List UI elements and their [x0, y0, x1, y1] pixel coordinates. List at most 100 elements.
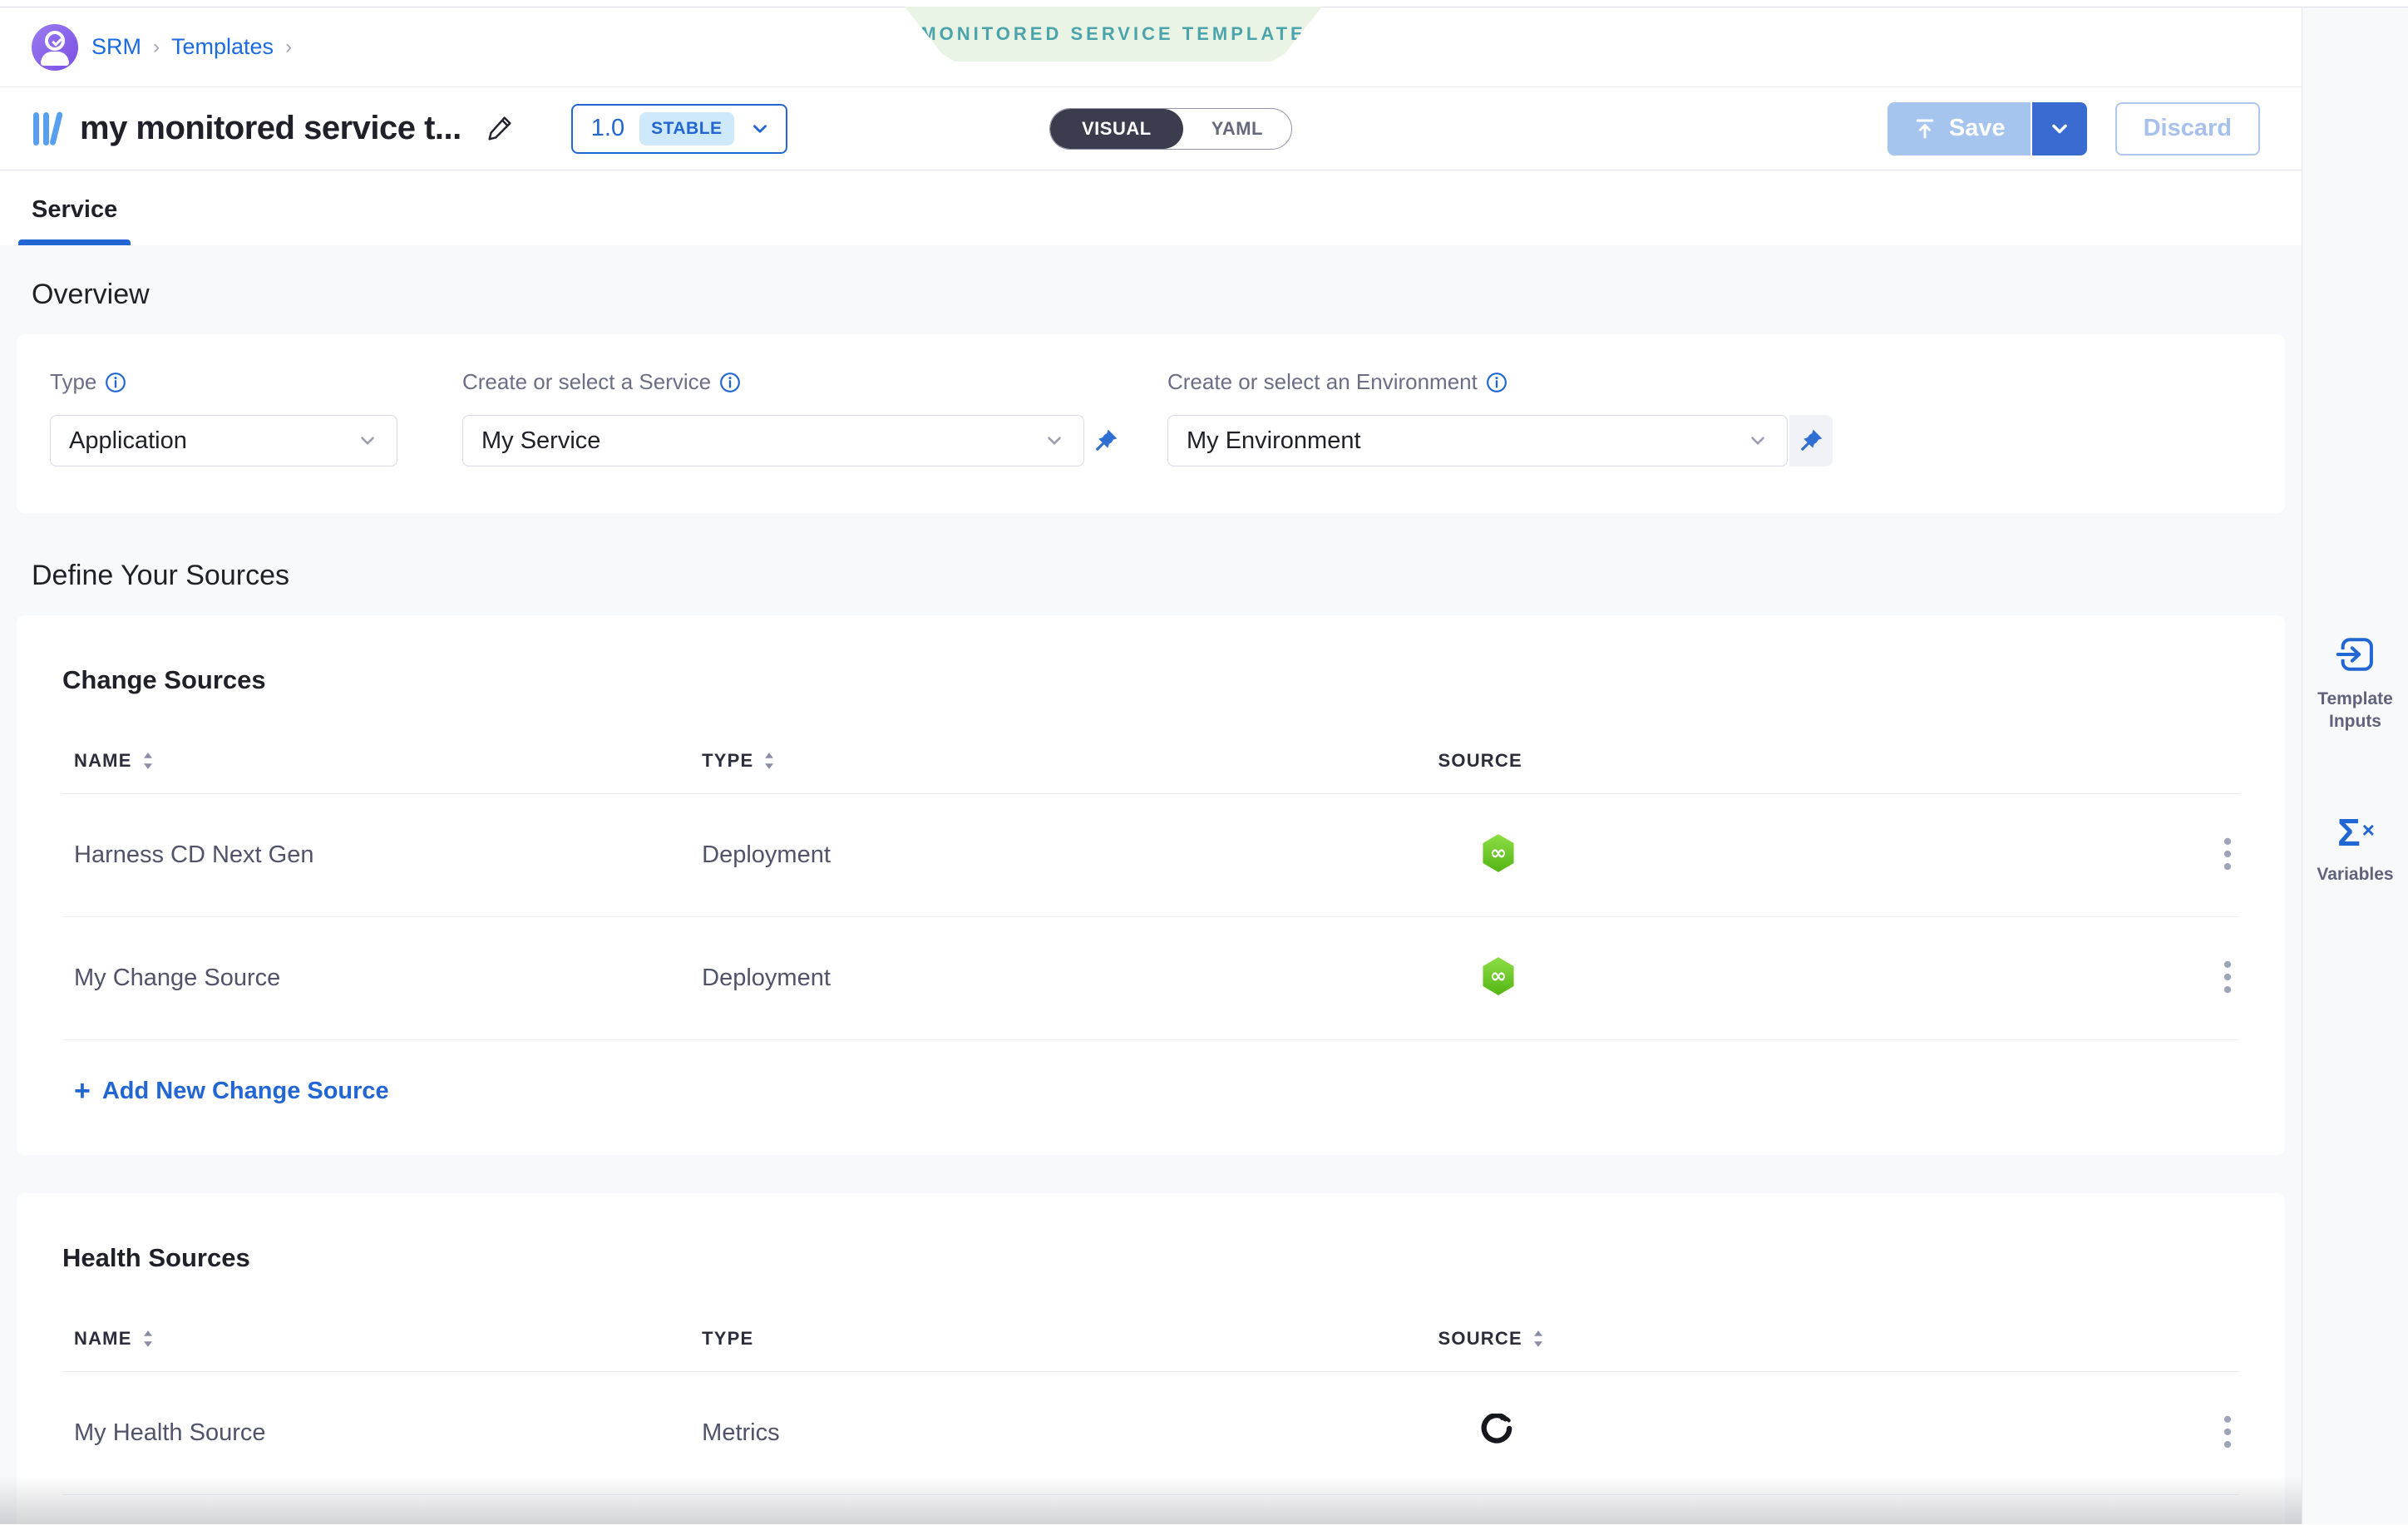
add-change-source-button[interactable]: + Add New Change Source — [62, 1040, 2239, 1138]
template-title-bar: my monitored service t... 1.0 STABLE VIS… — [0, 87, 2302, 170]
tab-service-label: Service — [32, 196, 117, 223]
add-change-source-label: Add New Change Source — [102, 1078, 389, 1105]
health-source-name: My Health Source — [74, 1419, 702, 1447]
change-source-name: My Change Source — [74, 965, 702, 992]
save-split-button: Save — [1887, 102, 2087, 155]
health-sources-title: Health Sources — [62, 1243, 2239, 1273]
change-source-row[interactable]: Harness CD Next Gen Deployment ∞ — [62, 794, 2239, 917]
overview-heading: Overview — [32, 279, 2285, 311]
variables-button[interactable]: Σ× Variables — [2310, 813, 2401, 886]
column-type-label: TYPE — [702, 750, 753, 772]
svg-text:∞: ∞ — [1490, 965, 1507, 988]
variables-label: Variables — [2310, 863, 2401, 886]
variables-icon: Σ× — [2337, 813, 2373, 851]
define-sources-heading: Define Your Sources — [32, 560, 2285, 592]
overview-card: Type Application — [17, 334, 2285, 513]
toggle-visual[interactable]: VISUAL — [1050, 109, 1183, 149]
sort-icon — [142, 752, 154, 770]
row-menu-button[interactable] — [2216, 1407, 2239, 1459]
change-source-name: Harness CD Next Gen — [74, 841, 702, 869]
column-source-label: SOURCE — [1438, 1328, 1522, 1350]
change-sources-table-header: NAME TYPE SOURCE — [62, 735, 2239, 794]
chevron-down-icon — [1044, 430, 1065, 452]
column-header-type: TYPE — [702, 1328, 1438, 1350]
window-top-divider — [0, 0, 2408, 7]
monitored-service-template-badge: MONITORED SERVICE TEMPLATE — [905, 7, 1322, 62]
harness-cd-icon: ∞ — [1480, 956, 1517, 996]
column-header-name[interactable]: NAME — [74, 750, 702, 772]
kebab-menu-icon — [2223, 1414, 2233, 1450]
breadcrumb-bar: SRM › Templates › MONITORED SERVICE TEMP… — [0, 7, 2302, 87]
info-icon[interactable] — [719, 372, 741, 393]
edit-title-button[interactable] — [483, 112, 516, 146]
pin-icon — [1798, 427, 1824, 454]
page-title: my monitored service t... — [80, 110, 461, 147]
column-name-label: NAME — [74, 1328, 132, 1350]
sort-icon — [763, 752, 775, 770]
row-menu-button[interactable] — [2216, 952, 2239, 1004]
active-tab-indicator — [18, 239, 131, 245]
change-source-type: Deployment — [702, 965, 1438, 992]
version-selector[interactable]: 1.0 STABLE — [571, 104, 787, 154]
column-source-label: SOURCE — [1438, 750, 1522, 772]
save-button-label: Save — [1949, 115, 2006, 142]
chevron-right-icon: › — [153, 36, 160, 59]
change-source-type: Deployment — [702, 841, 1438, 869]
service-select-value: My Service — [481, 427, 600, 455]
appdynamics-icon — [1480, 1414, 1515, 1449]
column-name-label: NAME — [74, 750, 132, 772]
info-icon[interactable] — [1486, 372, 1507, 393]
change-sources-title: Change Sources — [62, 665, 2239, 695]
sort-icon — [1532, 1330, 1544, 1348]
change-sources-card: Change Sources NAME TYPE — [17, 615, 2285, 1155]
column-header-source[interactable]: SOURCE — [1438, 1328, 2181, 1350]
health-sources-card: Health Sources NAME TYPE S — [17, 1193, 2285, 1524]
visual-yaml-toggle: VISUAL YAML — [1049, 108, 1292, 150]
template-icon — [32, 109, 68, 149]
chevron-down-icon — [2048, 117, 2071, 141]
column-header-source: SOURCE — [1438, 750, 2181, 772]
discard-button[interactable]: Discard — [2115, 102, 2260, 155]
column-header-type[interactable]: TYPE — [702, 750, 1438, 772]
type-select[interactable]: Application — [50, 415, 397, 466]
template-content: Overview Type Application — [0, 245, 2302, 1524]
environment-label: Create or select an Environment — [1167, 369, 1478, 395]
pencil-icon — [484, 112, 516, 144]
column-header-name[interactable]: NAME — [74, 1328, 702, 1350]
toggle-yaml[interactable]: YAML — [1183, 109, 1291, 149]
breadcrumb: SRM › Templates › — [91, 34, 292, 60]
breadcrumb-templates-link[interactable]: Templates — [171, 34, 274, 60]
add-health-source-button[interactable]: + Add New Health Source — [62, 1495, 2239, 1524]
version-number: 1.0 — [591, 115, 624, 142]
service-select[interactable]: My Service — [462, 415, 1084, 466]
chevron-down-icon — [1747, 430, 1769, 452]
environment-select-value: My Environment — [1187, 427, 1361, 455]
pin-icon — [1093, 427, 1119, 454]
row-menu-button[interactable] — [2216, 829, 2239, 881]
template-inputs-button[interactable]: Template Inputs — [2310, 633, 2401, 733]
upload-icon — [1912, 116, 1937, 141]
pin-environment-button[interactable] — [1789, 415, 1833, 466]
service-label: Create or select a Service — [462, 369, 711, 395]
breadcrumb-srm-link[interactable]: SRM — [91, 34, 141, 60]
info-icon[interactable] — [105, 372, 126, 393]
plus-icon: + — [74, 1077, 91, 1105]
health-sources-table-header: NAME TYPE SOURCE — [62, 1313, 2239, 1372]
harness-cd-icon: ∞ — [1480, 833, 1517, 873]
save-options-button[interactable] — [2031, 102, 2087, 155]
svg-text:∞: ∞ — [1490, 841, 1507, 865]
kebab-menu-icon — [2223, 836, 2233, 872]
tab-service[interactable]: Service — [18, 196, 131, 245]
health-source-type: Metrics — [702, 1419, 1438, 1447]
chevron-down-icon — [749, 118, 771, 140]
save-button[interactable]: Save — [1887, 102, 2031, 155]
tab-bar: Service — [0, 170, 2302, 245]
type-label: Type — [50, 369, 96, 395]
template-inputs-label: Template Inputs — [2310, 688, 2401, 733]
chevron-right-icon: › — [285, 36, 292, 59]
change-source-row[interactable]: My Change Source Deployment ∞ — [62, 917, 2239, 1040]
health-source-row[interactable]: My Health Source Metrics — [62, 1372, 2239, 1495]
pin-service-button[interactable] — [1084, 415, 1128, 466]
environment-select[interactable]: My Environment — [1167, 415, 1788, 466]
sort-icon — [142, 1330, 154, 1348]
